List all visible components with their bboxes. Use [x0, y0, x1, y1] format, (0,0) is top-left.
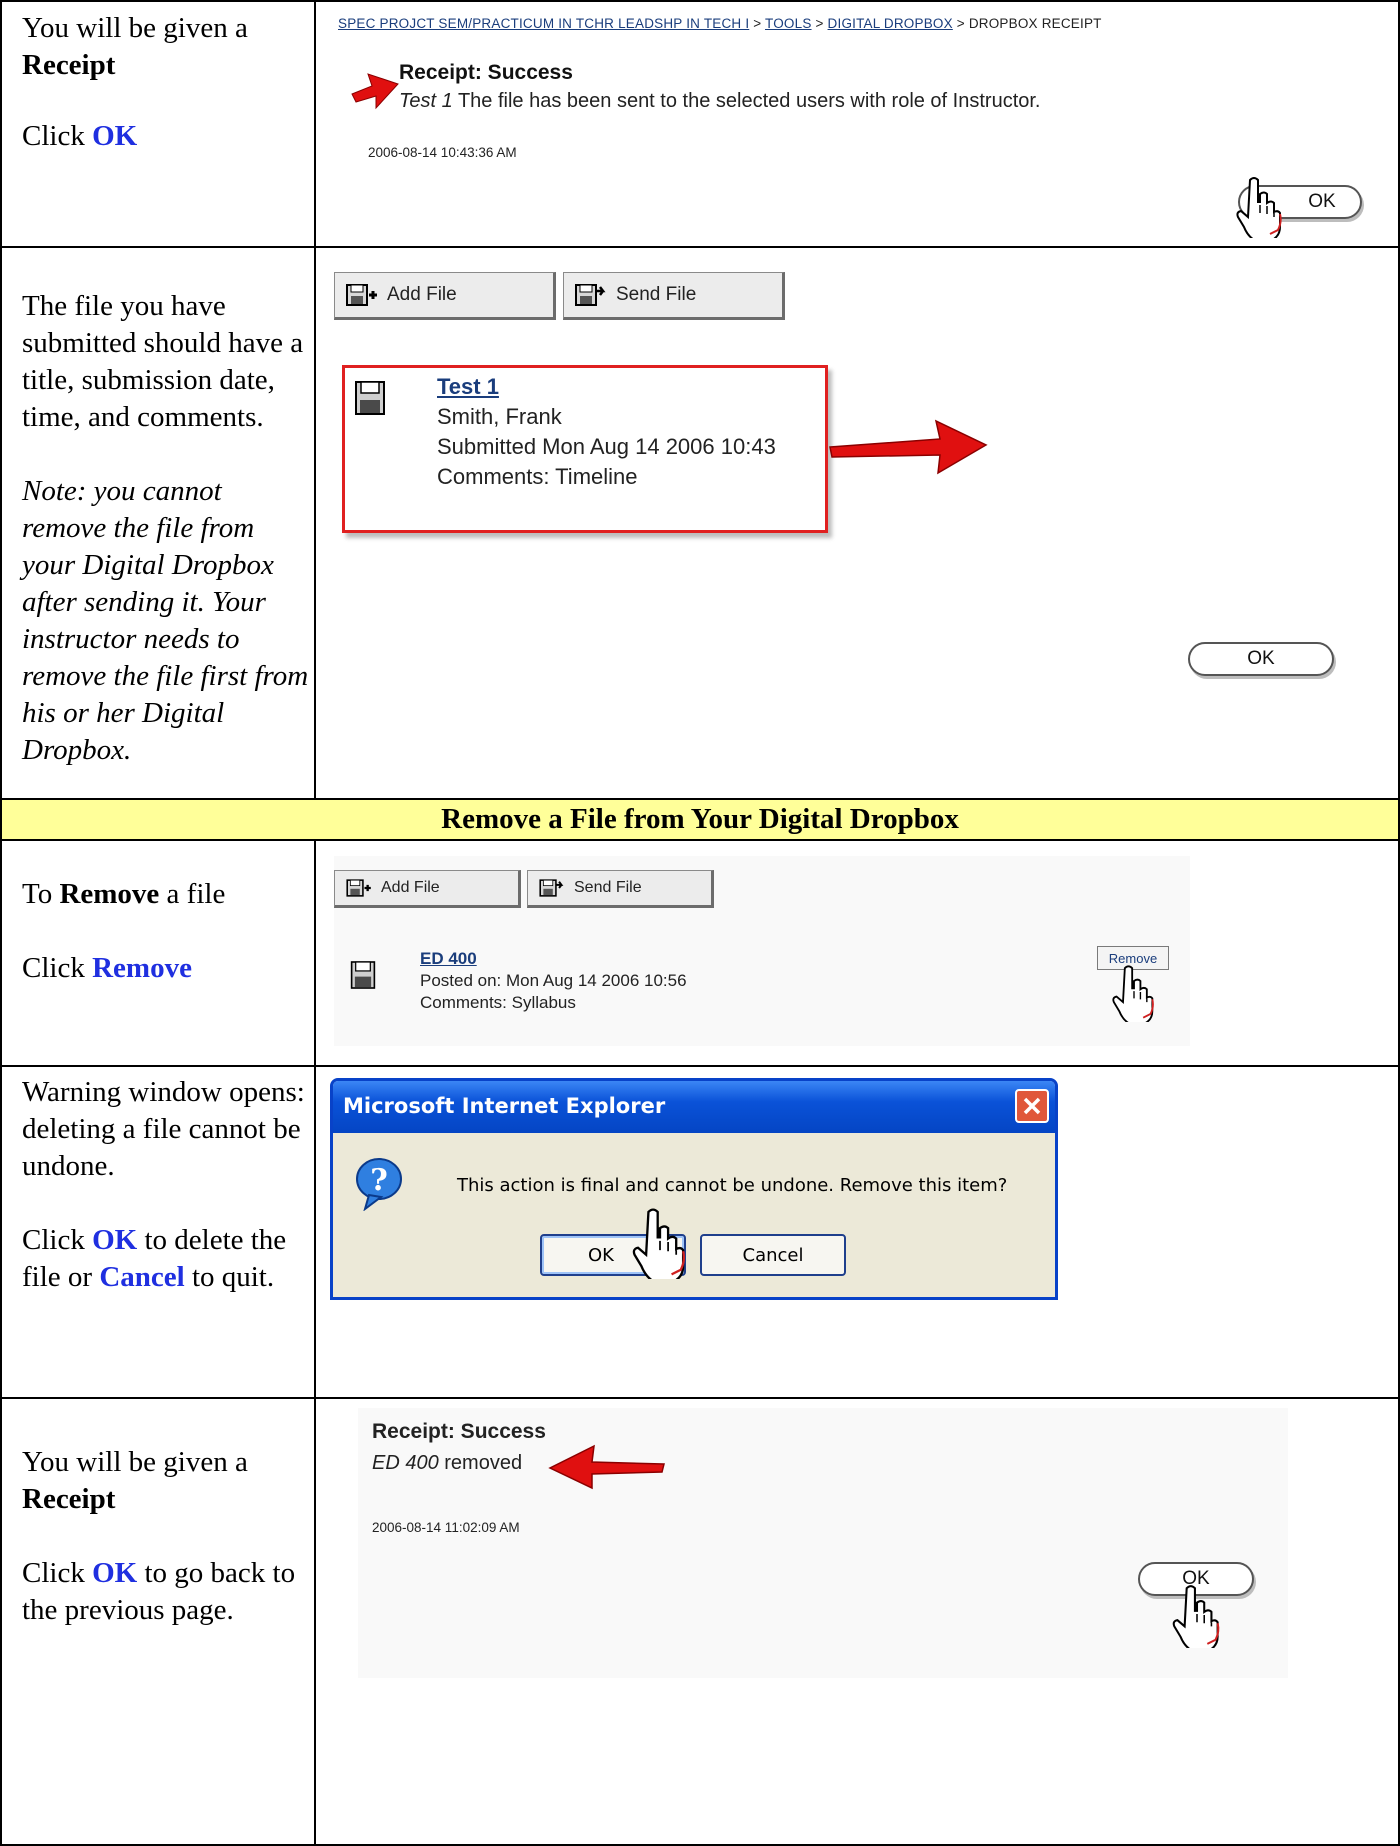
- breadcrumb-current: DROPBOX RECEIPT: [968, 16, 1102, 31]
- add-file-button[interactable]: Add File: [334, 870, 521, 908]
- receipt-file-name: Test 1: [399, 90, 453, 112]
- dialog-message: This action is final and cannot be undon…: [457, 1175, 1008, 1196]
- receipt-message: ED 400 removed: [372, 1452, 522, 1475]
- row4-instruction: Warning window opens: deleting a file ca…: [22, 1074, 312, 1296]
- row-divider: [0, 1065, 1400, 1067]
- column-divider: [314, 839, 316, 1846]
- file-entry: ED 400 Posted on: Mon Aug 14 2006 10:56 …: [420, 948, 687, 1014]
- receipt-message-text: The file has been sent to the selected u…: [452, 90, 1041, 112]
- breadcrumb-separator: >: [811, 16, 828, 31]
- floppy-disk-icon: [355, 381, 385, 415]
- row1-instruction: You will be given a Receipt Click OK: [22, 10, 312, 155]
- breadcrumb-tools-link[interactable]: TOOLS: [765, 16, 812, 31]
- dialog-ok-label: OK: [588, 1244, 614, 1266]
- row2-instruction: The file you have submitted should have …: [22, 288, 312, 769]
- instruction-text: Click: [22, 1224, 85, 1256]
- instruction-cancel: Cancel: [99, 1261, 185, 1293]
- file-comments: Comments: Timeline: [437, 464, 638, 489]
- send-file-label: Send File: [574, 879, 642, 896]
- hand-pointer-icon: [1236, 177, 1282, 238]
- instruction-text: Click: [22, 1557, 85, 1589]
- red-arrow-icon: [351, 73, 399, 110]
- breadcrumb-separator: >: [952, 16, 969, 31]
- file-title-link[interactable]: Test 1: [437, 374, 499, 399]
- red-arrow-icon: [829, 419, 988, 475]
- tutorial-document: Remove a File from Your Digital Dropbox …: [0, 0, 1400, 1846]
- instruction-bold: Remove: [59, 878, 160, 910]
- dialog-titlebar: Microsoft Internet Explorer: [333, 1081, 1055, 1133]
- dialog-close-button[interactable]: [1015, 1089, 1049, 1123]
- add-file-icon: [346, 284, 377, 306]
- receipt-title: Receipt: Success: [399, 61, 573, 84]
- instruction-bold: Receipt: [22, 1483, 116, 1515]
- instruction-text: You will be given a: [22, 12, 248, 44]
- instruction-ok: OK: [92, 1557, 138, 1589]
- file-submitted: Submitted Mon Aug 14 2006 10:43: [437, 434, 776, 459]
- receipt-message-text: removed: [438, 1452, 523, 1474]
- table-border-left: [0, 0, 2, 1846]
- ok-button-label: OK: [1308, 191, 1336, 212]
- receipt-message: Test 1 The file has been sent to the sel…: [399, 90, 1040, 113]
- instruction-text: to quit.: [184, 1261, 275, 1293]
- file-author: Smith, Frank: [437, 404, 562, 429]
- instruction-text: Click: [22, 952, 85, 984]
- close-icon: [1023, 1097, 1041, 1115]
- row-divider: [0, 1397, 1400, 1399]
- row-divider: [0, 839, 1400, 841]
- question-icon: ?: [356, 1158, 402, 1211]
- receipt-title: Receipt: Success: [372, 1420, 546, 1443]
- table-border-top: [0, 0, 1400, 2]
- instruction-note: Note: you cannot remove the file from yo…: [22, 475, 309, 766]
- send-file-icon: [539, 879, 564, 897]
- floppy-disk-icon: [350, 961, 376, 989]
- hand-pointer-icon: [632, 1208, 686, 1279]
- dialog-cancel-button[interactable]: Cancel: [700, 1234, 846, 1276]
- row-divider: [0, 246, 1400, 248]
- dialog-title: Microsoft Internet Explorer: [343, 1094, 666, 1118]
- receipt-file-name: ED 400: [372, 1452, 439, 1474]
- section-header: Remove a File from Your Digital Dropbox: [2, 800, 1398, 839]
- red-arrow-icon: [548, 1444, 665, 1490]
- add-file-label: Add File: [381, 879, 440, 896]
- instruction-ok: OK: [92, 1224, 138, 1256]
- instruction-text: The file you have submitted should have …: [22, 290, 304, 433]
- ok-button[interactable]: OK: [1188, 642, 1334, 676]
- dialog-window: Microsoft Internet Explorer ? This actio…: [330, 1078, 1058, 1300]
- dialog-cancel-label: Cancel: [742, 1244, 804, 1266]
- instruction-remove: Remove: [92, 952, 192, 984]
- send-file-icon: [575, 284, 606, 306]
- instruction-text: You will be given a: [22, 1446, 248, 1478]
- breadcrumb-course-link[interactable]: SPEC PROJCT SEM/PRACTICUM IN TCHR LEADSH…: [338, 16, 749, 31]
- file-title-link[interactable]: ED 400: [420, 949, 477, 968]
- add-file-button[interactable]: Add File: [334, 272, 556, 320]
- breadcrumb-dropbox-link[interactable]: DIGITAL DROPBOX: [828, 16, 953, 31]
- file-comments: Comments: Syllabus: [420, 993, 576, 1012]
- row5-instruction: You will be given a Receipt Click OK to …: [22, 1444, 312, 1629]
- instruction-ok: OK: [92, 120, 138, 152]
- instruction-bold: Receipt: [22, 49, 116, 81]
- instruction-text: To: [22, 878, 53, 910]
- section-header-text: Remove a File from Your Digital Dropbox: [441, 803, 959, 835]
- svg-text:?: ?: [370, 1163, 388, 1198]
- breadcrumb-separator: >: [749, 16, 766, 31]
- ok-button-label: OK: [1247, 648, 1275, 669]
- breadcrumb: SPEC PROJCT SEM/PRACTICUM IN TCHR LEADSH…: [338, 16, 1102, 31]
- row3-instruction: To Remove a file Click Remove: [22, 876, 312, 987]
- hand-pointer-icon: [1112, 965, 1154, 1022]
- send-file-label: Send File: [616, 284, 697, 305]
- screenshot-panel: [358, 1408, 1288, 1678]
- instruction-text: Click: [22, 120, 85, 152]
- file-entry: Test 1 Smith, Frank Submitted Mon Aug 14…: [437, 372, 776, 492]
- receipt-timestamp: 2006-08-14 11:02:09 AM: [372, 1520, 520, 1535]
- add-file-icon: [346, 879, 371, 897]
- hand-pointer-icon: [1172, 1585, 1220, 1648]
- file-posted: Posted on: Mon Aug 14 2006 10:56: [420, 971, 687, 990]
- instruction-text: a file: [159, 878, 226, 910]
- instruction-text: Warning window opens: deleting a file ca…: [22, 1076, 305, 1182]
- send-file-button[interactable]: Send File: [563, 272, 785, 320]
- column-divider: [314, 0, 316, 798]
- receipt-timestamp: 2006-08-14 10:43:36 AM: [368, 145, 517, 160]
- add-file-label: Add File: [387, 284, 457, 305]
- send-file-button[interactable]: Send File: [527, 870, 714, 908]
